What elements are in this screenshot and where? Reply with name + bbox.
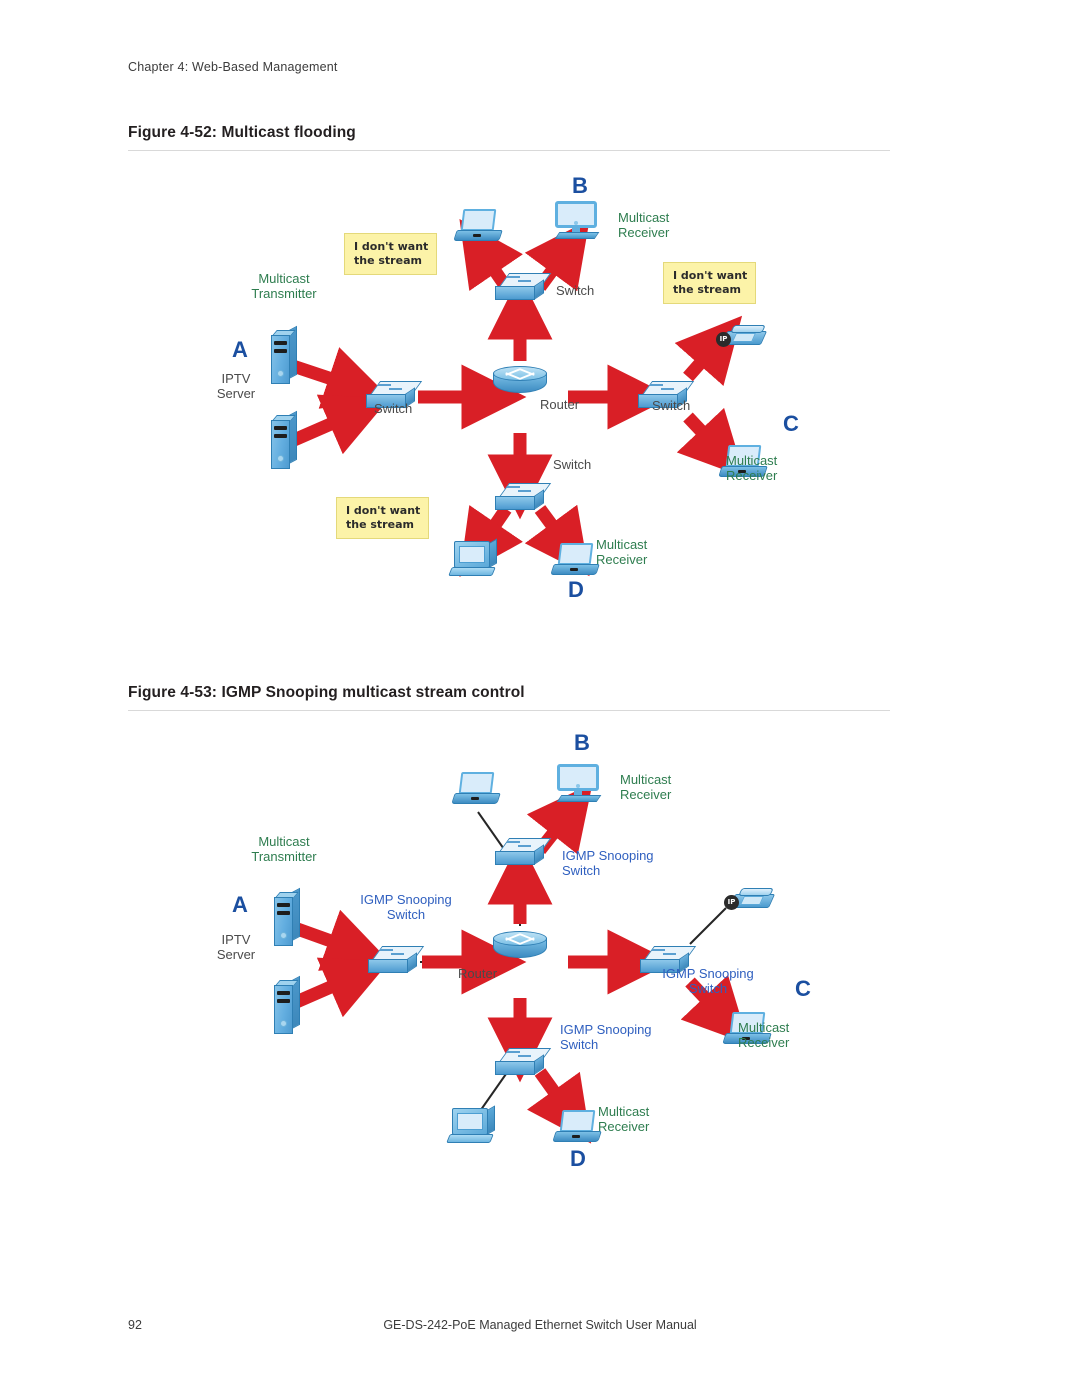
client-b-laptop-icon: [453, 209, 503, 243]
iptv-server-secondary-icon: [271, 410, 297, 469]
label-igmp-snooping-switch-left: IGMP Snooping Switch: [360, 892, 452, 923]
ip-badge: IP: [716, 332, 731, 347]
document-page: Chapter 4: Web-Based Management Figure 4…: [0, 0, 1080, 1397]
diagram-canvas-4-52: A B C D IP Multicast Transmitter IPTV Se…: [128, 165, 890, 625]
iptv-server-primary-icon: [271, 325, 297, 384]
label-multicast-transmitter: Multicast Transmitter: [251, 271, 317, 302]
receiver-b-monitor-icon: [555, 764, 602, 804]
client-c-ip-phone-icon: IP: [724, 886, 776, 912]
switch-top-icon: [495, 273, 552, 303]
diagram-canvas-4-53: A B C D IP Multicast Transmitter IPTV Se…: [128, 726, 890, 1196]
node-letter-b: B: [574, 730, 590, 755]
label-iptv-server: IPTV Server: [216, 932, 256, 963]
label-switch-top: Switch: [556, 283, 595, 298]
router-icon: [493, 365, 547, 397]
label-receiver-d: Multicast Receiver: [596, 537, 648, 568]
node-letter-a: A: [232, 337, 248, 362]
callout-client-c: I don't want the stream: [663, 262, 757, 304]
figure-caption-4-52: Figure 4-52: Multicast flooding: [128, 124, 890, 151]
label-multicast-transmitter: Multicast Transmitter: [251, 834, 317, 865]
label-igmp-snooping-switch-bottom: IGMP Snooping Switch: [560, 1022, 652, 1053]
node-letter-b: B: [572, 173, 588, 198]
label-receiver-b: Multicast Receiver: [620, 772, 672, 803]
igmp-snooping-switch-left-icon: [368, 946, 425, 976]
label-receiver-c: Multicast Receiver: [738, 1020, 790, 1051]
figure-4-53-igmp-snooping: A B C D IP Multicast Transmitter IPTV Se…: [128, 726, 890, 1196]
ip-badge: IP: [724, 895, 739, 910]
node-letter-c: C: [795, 976, 811, 1001]
node-letter-a: A: [232, 892, 248, 917]
running-head: Chapter 4: Web-Based Management: [128, 60, 338, 74]
figure-4-52-multicast-flooding: A B C D IP Multicast Transmitter IPTV Se…: [128, 165, 890, 625]
node-letter-d: D: [570, 1146, 586, 1171]
label-switch-right: Switch: [652, 398, 691, 413]
client-d-pc-icon: [446, 1105, 496, 1146]
label-receiver-d: Multicast Receiver: [598, 1104, 650, 1135]
label-switch-bottom: Switch: [553, 457, 592, 472]
footer-manual-title: GE-DS-242-PoE Managed Ethernet Switch Us…: [383, 1318, 697, 1332]
iptv-server-primary-icon: [274, 887, 300, 946]
receiver-d-laptop-icon: [552, 1110, 602, 1144]
igmp-snooping-switch-bottom-icon: [495, 1048, 552, 1078]
node-letter-c: C: [783, 411, 799, 436]
label-switch-left: Switch: [374, 401, 413, 416]
label-receiver-b: Multicast Receiver: [618, 210, 670, 241]
receiver-d-laptop-icon: [550, 543, 600, 577]
label-receiver-c: Multicast Receiver: [726, 453, 778, 484]
router-icon: [493, 930, 547, 962]
node-letter-d: D: [568, 577, 584, 602]
callout-client-d: I don't want the stream: [336, 497, 430, 539]
igmp-snooping-switch-top-icon: [495, 838, 552, 868]
client-c-ip-phone-icon: IP: [716, 323, 768, 349]
switch-bottom-icon: [495, 483, 552, 513]
label-igmp-snooping-switch-top: IGMP Snooping Switch: [562, 848, 654, 879]
receiver-b-monitor-icon: [553, 201, 600, 241]
label-router: Router: [458, 966, 498, 981]
iptv-server-secondary-icon: [274, 975, 300, 1034]
label-igmp-snooping-switch-right: IGMP Snooping Switch: [662, 966, 754, 997]
client-b-laptop-icon: [451, 772, 501, 806]
client-d-pc-icon: [448, 538, 498, 579]
label-router: Router: [540, 397, 580, 412]
callout-client-b: I don't want the stream: [344, 233, 438, 275]
figure-caption-4-53: Figure 4-53: IGMP Snooping multicast str…: [128, 684, 890, 711]
label-iptv-server: IPTV Server: [216, 371, 256, 402]
